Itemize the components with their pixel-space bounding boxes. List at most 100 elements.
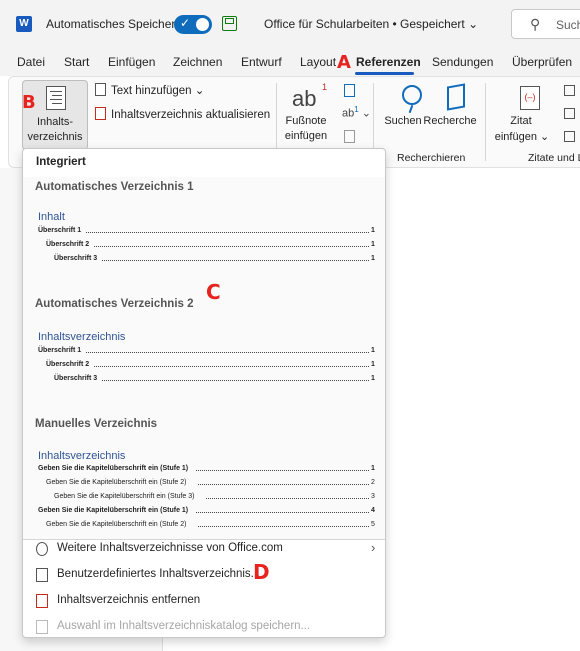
marker-c: C: [206, 280, 221, 304]
toc-leader-dots: [86, 352, 369, 353]
footnote-label-2: einfügen: [284, 130, 328, 142]
document-title[interactable]: Office für Schularbeiten • Gespeichert ⌄: [264, 17, 478, 31]
add-text-label: Text hinzufügen ⌄: [111, 85, 205, 97]
toc-line: Überschrift 3 1: [54, 255, 376, 262]
footnote-icon: ab: [292, 86, 317, 111]
tab-ueberpruefen[interactable]: Überprüfen: [512, 55, 572, 69]
globe-icon: [36, 542, 48, 556]
toc-line: Überschrift 1 1: [38, 227, 376, 234]
toc-dropdown: Integriert Automatisches Verzeichnis 1 I…: [22, 148, 386, 638]
remove-document-icon: [36, 594, 48, 608]
toc-line: Geben Sie die Kapitelüberschrift ein (St…: [54, 493, 376, 500]
custom-toc-item[interactable]: Benutzerdefiniertes Inhaltsverzeichnis..…: [23, 563, 385, 587]
toc-line-number: 1: [371, 465, 375, 472]
toc-line: Geben Sie die Kapitelüberschrift ein (St…: [38, 507, 376, 514]
toc-line-number: 3: [371, 493, 375, 500]
add-text-button[interactable]: Text hinzufügen ⌄: [95, 83, 204, 97]
next-footnote-superscript: 1: [354, 105, 359, 114]
section-title: Manuelles Verzeichnis: [35, 418, 158, 430]
tab-datei[interactable]: Datei: [17, 55, 45, 69]
update-toc-icon: [95, 107, 106, 120]
manage-sources-icon[interactable]: [564, 85, 575, 96]
style-icon[interactable]: [564, 108, 575, 119]
toc-line-number: 1: [371, 361, 375, 368]
toc-heading: Inhalt: [38, 211, 65, 223]
search-placeholder: Such: [556, 18, 580, 32]
check-icon: ✓: [180, 16, 191, 30]
toc-line: Überschrift 2 1: [46, 361, 376, 368]
toc-leader-dots: [102, 260, 369, 261]
toc-line-text: Überschrift 2: [46, 241, 90, 248]
chevron-right-icon: ›: [371, 540, 376, 555]
toc-button[interactable]: Inhalts- verzeichnis ⌄: [22, 80, 88, 156]
toc-line-text: Geben Sie die Kapitelüberschrift ein (St…: [38, 465, 189, 472]
search-input[interactable]: ⚲ Such: [511, 9, 580, 39]
insert-endnote-icon[interactable]: [344, 84, 355, 97]
toc-line: Überschrift 3 1: [54, 375, 376, 382]
toc-line: Überschrift 1 1: [38, 347, 376, 354]
toc-line-number: 2: [371, 479, 375, 486]
active-tab-underline: [355, 72, 414, 75]
save-selection-item: Auswahl im Inhaltsverzeichniskatalog spe…: [23, 615, 385, 637]
toc-line-text: Geben Sie die Kapitelüberschrift ein (St…: [46, 521, 187, 528]
toc-leader-dots: [102, 380, 369, 381]
toc-document-icon: [46, 86, 66, 110]
footnote-superscript: 1: [322, 82, 328, 92]
menu-item-label: Weitere Inhaltsverzeichnisse von Office.…: [57, 542, 283, 554]
citation-label-2: einfügen ⌄: [494, 131, 550, 143]
add-text-icon: [95, 83, 106, 96]
panel-header: Integriert: [36, 156, 86, 168]
show-notes-icon[interactable]: [344, 130, 355, 143]
toc-button-label-1: Inhalts-: [36, 116, 74, 128]
research-icon: [447, 83, 465, 111]
update-toc-label: Inhaltsverzeichnis aktualisieren: [111, 109, 271, 121]
toc-line-number: 1: [371, 241, 375, 248]
toc-line-text: Geben Sie die Kapitelüberschrift ein (St…: [54, 493, 195, 500]
toc-line-text: Geben Sie die Kapitelüberschrift ein (St…: [46, 479, 187, 486]
toc-line-text: Überschrift 2: [46, 361, 90, 368]
tab-layout[interactable]: Layout: [300, 55, 336, 69]
chevron-down-icon: ⌄: [361, 107, 371, 120]
bibliography-icon[interactable]: [564, 131, 575, 142]
search-icon: ⚲: [530, 16, 541, 32]
toc-leader-dots: [94, 246, 369, 247]
tab-entwurf[interactable]: Entwurf: [241, 55, 282, 69]
more-tocs-office-item[interactable]: Weitere Inhaltsverzeichnisse von Office.…: [23, 537, 385, 561]
tab-referenzen[interactable]: Referenzen: [356, 55, 421, 69]
toc-line-text: Überschrift 1: [38, 347, 82, 354]
toc-leader-dots: [196, 470, 369, 471]
toc-line: Überschrift 2 1: [46, 241, 376, 248]
document-icon: [36, 568, 48, 582]
magnifier-icon: [402, 85, 422, 105]
section-title: Automatisches Verzeichnis 2: [35, 298, 194, 310]
research-group-label: Recherchieren: [397, 152, 466, 164]
toc-heading: Inhaltsverzeichnis: [38, 450, 126, 462]
save-icon[interactable]: [222, 16, 237, 31]
toc-line-number: 1: [371, 227, 375, 234]
footnote-label-1: Fußnote: [285, 115, 327, 127]
research-label: Recherche: [423, 115, 477, 127]
autosave-toggle[interactable]: ✓: [174, 15, 212, 34]
toc-line: Geben Sie die Kapitelüberschrift ein (St…: [38, 465, 376, 472]
toc-line-text: Überschrift 3: [54, 375, 98, 382]
search-label: Suchen: [384, 115, 422, 127]
toc-leader-dots: [86, 232, 369, 233]
tab-einfuegen[interactable]: Einfügen: [108, 55, 155, 69]
marker-a: A: [337, 52, 351, 73]
update-toc-button[interactable]: Inhaltsverzeichnis aktualisieren: [95, 107, 270, 121]
toc-line-number: 1: [371, 347, 375, 354]
toc-line-number: 5: [371, 521, 375, 528]
citation-label-1: Zitat: [510, 115, 532, 127]
toc-leader-dots: [94, 366, 369, 367]
toc-leader-dots: [198, 526, 369, 527]
tab-start[interactable]: Start: [64, 55, 89, 69]
menu-item-label: Auswahl im Inhaltsverzeichniskatalog spe…: [57, 620, 311, 632]
title-bar: W Automatisches Speichern ✓ Office für S…: [0, 0, 580, 48]
tab-zeichnen[interactable]: Zeichnen: [173, 55, 222, 69]
next-footnote-button[interactable]: ab1 ⌄: [342, 105, 371, 120]
toc-line-number: 4: [371, 507, 375, 514]
ribbon-separator: [485, 83, 486, 161]
menu-item-label: Benutzerdefiniertes Inhaltsverzeichnis..…: [57, 568, 261, 580]
remove-toc-item[interactable]: Inhaltsverzeichnis entfernen: [23, 589, 385, 613]
tab-sendungen[interactable]: Sendungen: [432, 55, 493, 69]
